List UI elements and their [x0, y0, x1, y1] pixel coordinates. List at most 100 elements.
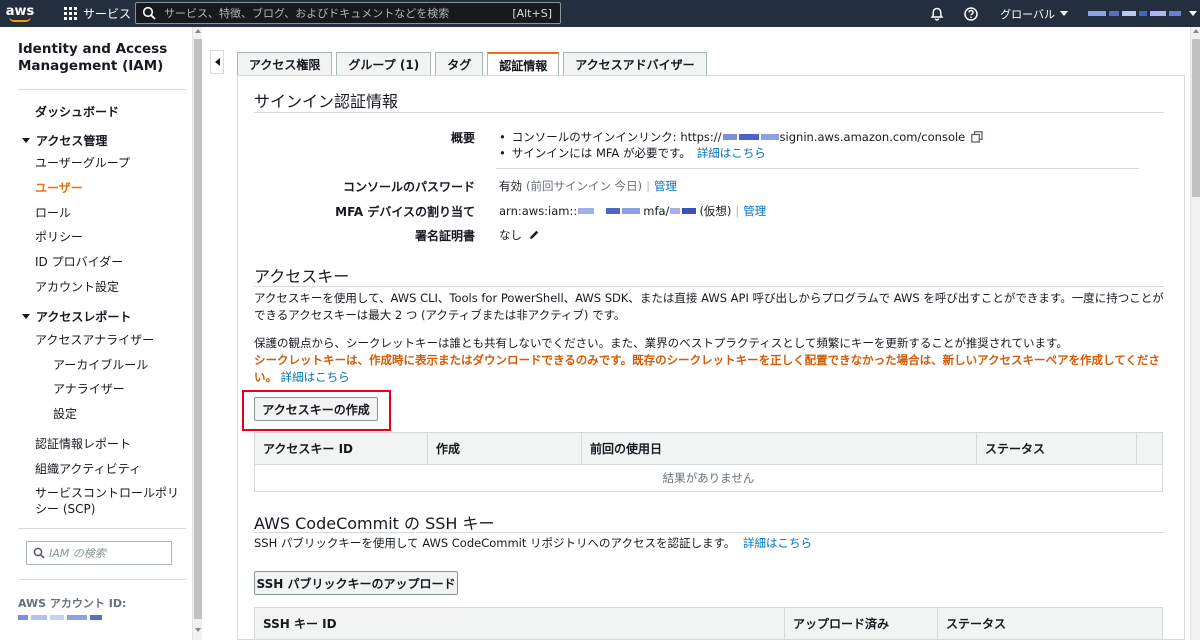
- column-header[interactable]: アクセスキー ID: [255, 433, 428, 464]
- column-header[interactable]: アップロード済み: [785, 608, 938, 639]
- signin-heading: サインイン認証情報: [254, 92, 399, 111]
- signing-cert-value: なし: [499, 227, 540, 243]
- sidebar-item-analyzers[interactable]: アナライザー: [53, 380, 125, 397]
- scrollbar-thumb[interactable]: [194, 39, 202, 619]
- table-header: SSH キー ID アップロード済み ステータス: [255, 608, 1162, 640]
- main-scrollbar[interactable]: [1190, 27, 1200, 640]
- sidebar-item-id-providers[interactable]: ID プロバイダー: [35, 253, 123, 270]
- aws-logo-text: aws: [5, 3, 35, 19]
- manage-mfa-link[interactable]: 管理: [743, 203, 766, 219]
- redacted: [670, 208, 681, 214]
- sidebar-item-scp[interactable]: サービスコントロールポリシー (SCP): [35, 485, 187, 517]
- iam-search-box[interactable]: [26, 541, 172, 565]
- access-keys-table: アクセスキー ID 作成 前回の使用日 ステータス 結果がありません: [254, 432, 1163, 492]
- console-signin-link-item: コンソールのサインインリンク: https:// signin.aws.amaz…: [499, 129, 983, 145]
- column-header[interactable]: 作成: [428, 433, 582, 464]
- warning-details-link[interactable]: 詳細はこちら: [281, 370, 350, 384]
- tab-access-advisor[interactable]: アクセスアドバイザー: [563, 52, 707, 76]
- sidebar-item-user-groups[interactable]: ユーザーグループ: [35, 154, 130, 171]
- sidebar-item-users[interactable]: ユーザー: [35, 179, 83, 196]
- details-link[interactable]: 詳細はこちら: [697, 145, 766, 161]
- column-header-settings: [1137, 433, 1162, 464]
- column-header[interactable]: ステータス: [938, 608, 1162, 639]
- sidebar-item-policies[interactable]: ポリシー: [35, 228, 83, 245]
- redacted: [622, 208, 641, 214]
- sidebar-item-archive-rules[interactable]: アーカイブルール: [53, 356, 148, 373]
- divider: [18, 579, 186, 580]
- region-selector[interactable]: グローバル: [988, 6, 1080, 22]
- tab-tags[interactable]: タグ: [435, 52, 484, 76]
- tab-groups[interactable]: グループ (1): [336, 52, 432, 76]
- pencil-icon[interactable]: [528, 229, 540, 241]
- access-keys-description: アクセスキーを使用して、AWS CLI、Tools for PowerShell…: [254, 291, 1164, 322]
- global-search-input[interactable]: [164, 6, 513, 20]
- sidebar-group-access-reports[interactable]: アクセスレポート: [22, 308, 131, 325]
- triangle-down-icon: [22, 138, 30, 143]
- empty-table-message: 結果がありません: [662, 471, 755, 485]
- table-header: アクセスキー ID 作成 前回の使用日 ステータス: [255, 433, 1162, 465]
- sidebar-item-credential-report[interactable]: 認証情報レポート: [35, 435, 131, 452]
- mfa-mid: mfa/: [643, 204, 670, 218]
- summary-label: 概要: [450, 131, 475, 145]
- ssh-description: SSH パブリックキーを使用して AWS CodeCommit リポジトリへのア…: [254, 536, 736, 550]
- console-password-label: コンソールのパスワード: [342, 180, 475, 194]
- sidebar-group-access-management[interactable]: アクセス管理: [22, 132, 107, 149]
- sidebar-item-roles[interactable]: ロール: [35, 204, 71, 221]
- create-access-key-button[interactable]: アクセスキーの作成: [254, 397, 378, 421]
- aws-logo[interactable]: aws: [0, 0, 40, 27]
- bell-icon: [930, 7, 944, 21]
- ssh-keys-heading: AWS CodeCommit の SSH キー: [254, 514, 495, 533]
- console-link-suffix[interactable]: signin.aws.amazon.com/console: [780, 130, 966, 144]
- sidebar-item-account-settings[interactable]: アカウント設定: [35, 278, 119, 295]
- tab-security-credentials[interactable]: 認証情報: [487, 52, 560, 77]
- redacted: [760, 134, 779, 140]
- collapse-sidebar-button[interactable]: [210, 50, 224, 74]
- column-header[interactable]: 前回の使用日: [582, 433, 977, 464]
- iam-search-input[interactable]: [49, 546, 149, 560]
- sidebar-item-access-analyzer[interactable]: アクセスアナライザー: [35, 331, 154, 348]
- column-header[interactable]: ステータス: [977, 433, 1137, 464]
- aws-smile-icon: [9, 17, 31, 22]
- mfa-required-item: サインインには MFA が必要です。 詳細はこちら: [499, 145, 766, 161]
- ssh-keys-table: SSH キー ID アップロード済み ステータス: [254, 607, 1163, 640]
- security-note-text: 保護の観点から、シークレットキーは誰とも共有しないでください。また、業界のベスト…: [254, 336, 1068, 350]
- tab-bar: アクセス権限 グループ (1) タグ 認証情報 アクセスアドバイザー: [237, 52, 711, 77]
- search-icon: [33, 547, 45, 559]
- help-button[interactable]: [954, 0, 988, 27]
- sidebar-group-label: アクセスレポート: [36, 310, 132, 324]
- mfa-device-label: MFA デバイスの割り当て: [335, 205, 475, 219]
- divider: [18, 89, 186, 90]
- tab-permissions[interactable]: アクセス権限: [237, 52, 333, 76]
- column-header[interactable]: SSH キー ID: [255, 608, 785, 639]
- manage-password-link[interactable]: 管理: [654, 178, 677, 194]
- divider: [254, 286, 1164, 287]
- password-status: 有効: [499, 179, 522, 193]
- redacted: [596, 208, 605, 214]
- scroll-up-icon: [195, 29, 201, 33]
- sidebar-item-org-activity[interactable]: 組織アクティビティ: [35, 460, 141, 477]
- collapse-icon: [214, 58, 220, 66]
- divider: [254, 112, 1164, 113]
- redacted: [606, 208, 621, 214]
- divider: [496, 168, 1139, 169]
- ssh-details-link[interactable]: 詳細はこちら: [743, 536, 812, 550]
- global-search-box[interactable]: [Alt+S]: [135, 2, 561, 24]
- sidebar-scrollbar[interactable]: [192, 27, 202, 640]
- copy-icon[interactable]: [971, 131, 983, 143]
- mfa-device-value: arn:aws:iam:: mfa/ (仮想) | 管理: [499, 203, 766, 219]
- secret-key-warning: シークレットキーは、作成時に表示またはダウンロードできるのみです。既存のシークレ…: [254, 353, 1160, 384]
- services-menu-button[interactable]: サービス: [64, 0, 131, 27]
- signing-cert-label: 署名証明書: [414, 229, 475, 243]
- security-note: 保護の観点から、シークレットキーは誰とも共有しないでください。また、業界のベスト…: [254, 335, 1164, 386]
- scrollbar-thumb[interactable]: [1192, 39, 1200, 197]
- upload-ssh-key-button[interactable]: SSH パブリックキーのアップロード: [254, 571, 458, 595]
- services-label: サービス: [83, 7, 132, 21]
- sidebar-item-dashboard[interactable]: ダッシュボード: [35, 103, 119, 120]
- notifications-button[interactable]: [920, 0, 954, 27]
- top-navigation: aws サービス [Alt+S] グロ: [0, 0, 1200, 27]
- sidebar: Identity and Access Management (IAM) ダッシ…: [0, 27, 192, 640]
- console-link-prefix[interactable]: コンソールのサインインリンク: https://: [512, 129, 722, 145]
- sidebar-item-settings[interactable]: 設定: [53, 405, 77, 422]
- sidebar-title[interactable]: Identity and Access Management (IAM): [18, 41, 188, 75]
- account-menu[interactable]: [1080, 0, 1200, 27]
